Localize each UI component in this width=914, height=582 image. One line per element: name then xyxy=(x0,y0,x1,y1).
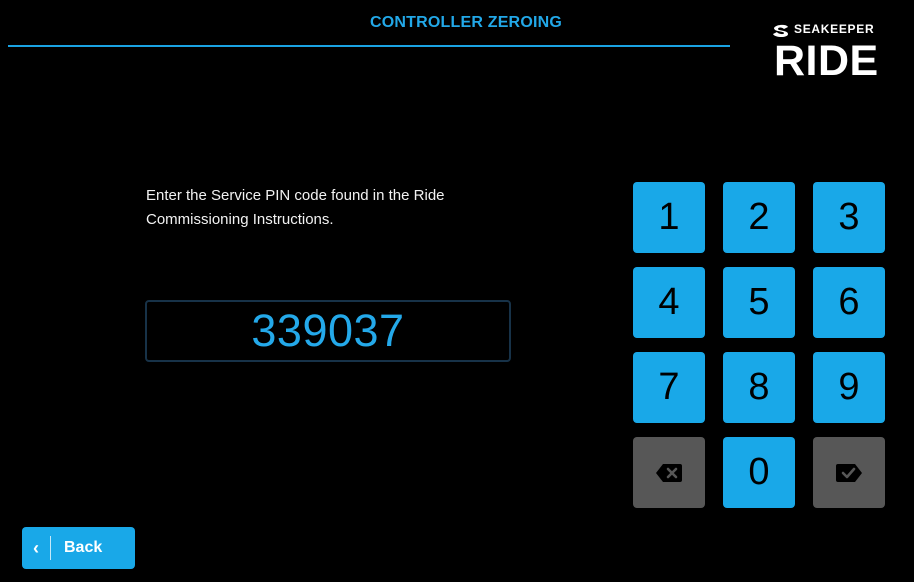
brand-name: SEAKEEPER xyxy=(794,22,875,36)
instruction-text: Enter the Service PIN code found in the … xyxy=(146,187,445,228)
header-divider xyxy=(8,45,730,47)
key-5[interactable]: 5 xyxy=(723,267,795,338)
key-3[interactable]: 3 xyxy=(813,182,885,253)
key-9[interactable]: 9 xyxy=(813,352,885,423)
key-0[interactable]: 0 xyxy=(723,437,795,508)
key-7[interactable]: 7 xyxy=(633,352,705,423)
key-1[interactable]: 1 xyxy=(633,182,705,253)
key-8[interactable]: 8 xyxy=(723,352,795,423)
ride-logo: RIDE xyxy=(774,37,879,85)
key-4[interactable]: 4 xyxy=(633,267,705,338)
confirm-icon xyxy=(836,463,862,482)
seakeeper-logo-icon xyxy=(773,24,788,37)
confirm-button[interactable] xyxy=(813,437,885,508)
pin-input[interactable]: 339037 xyxy=(145,300,511,362)
back-button-label: Back xyxy=(64,539,103,556)
numeric-keypad: 1 2 3 4 5 6 7 8 9 0 xyxy=(633,182,887,509)
backspace-button[interactable] xyxy=(633,437,705,508)
backspace-icon xyxy=(656,463,682,482)
chevron-left-icon: ‹ xyxy=(33,537,39,558)
key-6[interactable]: 6 xyxy=(813,267,885,338)
brand-logo: SEAKEEPER RIDE xyxy=(764,18,912,98)
key-2[interactable]: 2 xyxy=(723,182,795,253)
back-button[interactable]: ‹ Back xyxy=(22,527,135,569)
button-divider xyxy=(50,536,51,560)
